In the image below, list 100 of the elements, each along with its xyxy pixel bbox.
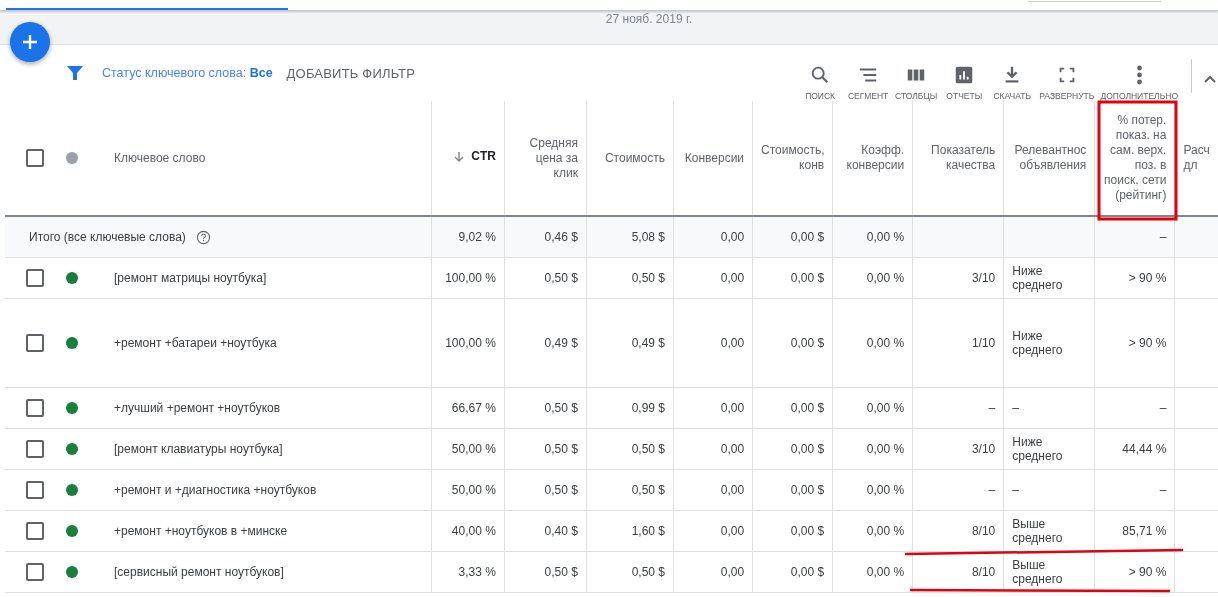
table-cell: 0,50 $ bbox=[544, 271, 578, 285]
table-cell: – bbox=[988, 483, 996, 497]
select-all-checkbox[interactable] bbox=[26, 149, 44, 167]
table-cell: 0,00 % bbox=[866, 401, 905, 415]
table-cell: 0,00 % bbox=[866, 442, 905, 456]
table-cell: 0,00 $ bbox=[790, 271, 825, 285]
table-cell: – bbox=[1159, 230, 1167, 244]
table-cell: – bbox=[1012, 401, 1019, 415]
plus-icon bbox=[21, 33, 39, 51]
add-button[interactable] bbox=[10, 22, 50, 62]
keyword-text: [ремонт клавиатуры ноутбука] bbox=[114, 442, 283, 456]
status-dot bbox=[66, 402, 78, 414]
table-cell: 0,46 $ bbox=[544, 230, 578, 244]
table-cell: 0,50 $ bbox=[631, 442, 665, 456]
table-cell: Ниже среднего bbox=[1012, 435, 1063, 463]
table-cell: 0,00 bbox=[720, 230, 745, 244]
table-cell: 0,00 $ bbox=[790, 565, 825, 579]
table-cell: > 90 % bbox=[1128, 565, 1167, 579]
status-dot bbox=[66, 484, 78, 496]
table-cell: 0,00 $ bbox=[790, 230, 825, 244]
status-dot bbox=[66, 152, 78, 164]
table-cell: 0,50 $ bbox=[544, 401, 578, 415]
table-cell: 0,00 % bbox=[866, 565, 905, 579]
table-cell: 50,00 % bbox=[451, 442, 496, 456]
table-cell: Выше среднего bbox=[1012, 558, 1063, 586]
table-cell: 100,00 % bbox=[445, 336, 496, 350]
date-label: 27 нояб. 2019 г. bbox=[605, 11, 693, 26]
table-cell: 0,00 % bbox=[866, 336, 905, 350]
table-cell: 9,02 % bbox=[458, 230, 496, 244]
keyword-text: +ремонт +батареи +ноутбука bbox=[114, 336, 277, 350]
table-cell: 0,00 bbox=[720, 271, 745, 285]
more-icon bbox=[1136, 64, 1142, 86]
table-cell: 0,50 $ bbox=[631, 483, 665, 497]
table-cell: 0,00 bbox=[720, 336, 745, 350]
row-checkbox[interactable] bbox=[26, 522, 44, 540]
table-cell: 66,67 % bbox=[451, 401, 496, 415]
keyword-text: [сервисный ремонт ноутбуков] bbox=[114, 565, 284, 579]
table-cell: 0,00 $ bbox=[790, 442, 825, 456]
keyword-text: +ремонт +ноутбуков в +минске bbox=[114, 524, 288, 538]
row-checkbox[interactable] bbox=[26, 481, 44, 499]
table-cell: 0,00 % bbox=[866, 524, 905, 538]
add-filter-button[interactable]: ДОБАВИТЬ ФИЛЬТР bbox=[286, 65, 416, 81]
table-cell: 0,50 $ bbox=[544, 483, 578, 497]
keyword-text: [ремонт матрицы ноутбука] bbox=[114, 271, 267, 285]
toolbar-button[interactable]: ДОПОЛНИТЕЛЬНО bbox=[1097, 60, 1181, 101]
table-cell: 0,49 $ bbox=[544, 336, 578, 350]
table-cell: 0,00 $ bbox=[790, 524, 825, 538]
table-cell: 0,50 $ bbox=[631, 565, 665, 579]
table-cell: 0,50 $ bbox=[631, 271, 665, 285]
table-cell: 0,50 $ bbox=[544, 565, 578, 579]
status-dot bbox=[66, 566, 78, 578]
status-dot bbox=[66, 443, 78, 455]
toolbar-button[interactable]: СЕГМЕНТ bbox=[844, 60, 893, 101]
table-cell: Ниже среднего bbox=[1012, 264, 1063, 292]
row-checkbox[interactable] bbox=[26, 399, 44, 417]
table-cell: 0,00 % bbox=[866, 483, 905, 497]
table-cell: > 90 % bbox=[1128, 271, 1167, 285]
toolbar-button[interactable]: РАЗВЕРНУТЬ bbox=[1036, 60, 1098, 101]
table-cell: 100,00 % bbox=[445, 271, 496, 285]
toolbar-button[interactable]: ПОИСК bbox=[796, 60, 845, 101]
table-cell: 1/10 bbox=[971, 336, 996, 350]
table-cell: 0,40 $ bbox=[544, 524, 578, 538]
filter-chip[interactable]: Статус ключевого слова: Все bbox=[102, 66, 273, 80]
table-cell: – bbox=[1159, 401, 1167, 415]
table-cell: 8/10 bbox=[971, 565, 996, 579]
toolbar-button[interactable]: ОТЧЕТЫ bbox=[940, 60, 989, 101]
table-cell: 1,60 $ bbox=[631, 524, 665, 538]
row-checkbox[interactable] bbox=[26, 563, 44, 581]
row-checkbox[interactable] bbox=[26, 334, 44, 352]
table-cell: 0,00 bbox=[720, 524, 745, 538]
toolbar-button[interactable]: СТОЛБЦЫ bbox=[892, 60, 941, 101]
toolbar-button[interactable]: СКАЧАТЬ bbox=[988, 60, 1037, 101]
table-cell: 44,44 % bbox=[1122, 442, 1167, 456]
row-checkbox[interactable] bbox=[26, 440, 44, 458]
table-cell: 3/10 bbox=[971, 271, 996, 285]
table-cell: 0,50 $ bbox=[544, 442, 578, 456]
table-cell: 0,00 bbox=[720, 483, 745, 497]
table-cell: Выше среднего bbox=[1012, 517, 1063, 545]
table-cell: 0,99 $ bbox=[631, 401, 665, 415]
status-dot bbox=[66, 337, 78, 349]
table-cell: 0,00 % bbox=[866, 230, 905, 244]
row-checkbox[interactable] bbox=[26, 269, 44, 287]
help-icon[interactable] bbox=[195, 229, 211, 245]
table-cell: – bbox=[1159, 483, 1167, 497]
table-cell: 40,00 % bbox=[451, 524, 496, 538]
keyword-text: +лучший +ремонт +ноутбуков bbox=[114, 401, 281, 415]
table-cell: 0,00 bbox=[720, 401, 745, 415]
filter-icon bbox=[66, 64, 84, 82]
table-cell: 85,71 % bbox=[1122, 524, 1167, 538]
table-cell: 0,00 % bbox=[866, 271, 905, 285]
keyword-text: +ремонт и +диагностика +ноутбуков bbox=[114, 483, 317, 497]
column-header[interactable]: Ключевое слово bbox=[114, 150, 206, 166]
sort-arrow-icon bbox=[453, 150, 466, 163]
status-dot bbox=[66, 525, 78, 537]
table-cell: 0,00 $ bbox=[790, 483, 825, 497]
status-dot bbox=[66, 272, 78, 284]
table-cell: – bbox=[1012, 483, 1019, 497]
table-cell: – bbox=[988, 401, 996, 415]
table-cell: 3,33 % bbox=[458, 565, 496, 579]
table-cell: 0,49 $ bbox=[631, 336, 665, 350]
